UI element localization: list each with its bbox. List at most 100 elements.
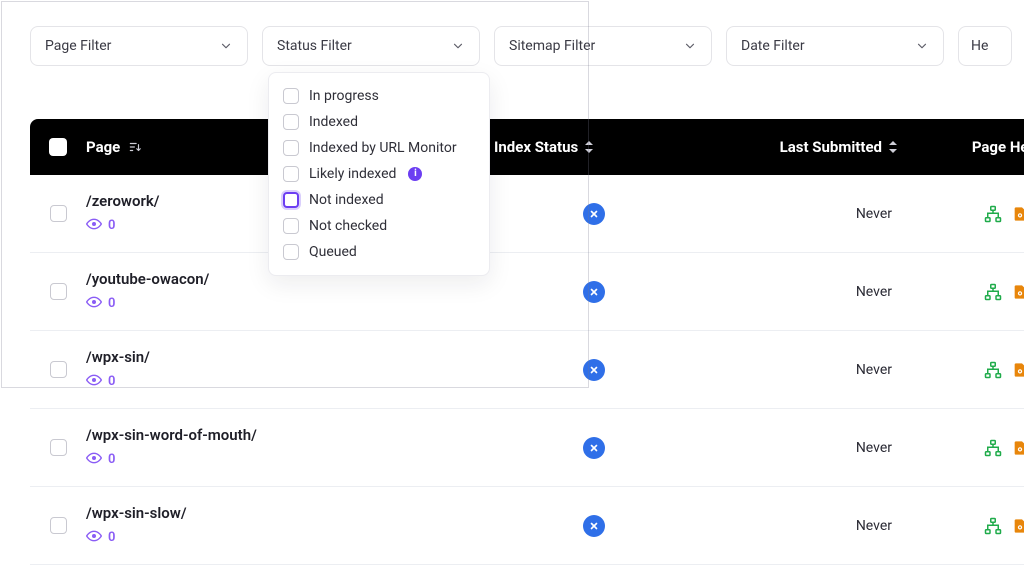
status-option-likely-indexed[interactable]: Likely indexed i xyxy=(279,161,479,187)
option-label: Queued xyxy=(309,244,357,260)
status-option-queued[interactable]: Queued xyxy=(279,239,479,265)
column-header-page-health: Page Health xyxy=(914,138,1024,156)
sitemap-filter-label: Sitemap Filter xyxy=(509,38,595,54)
status-option-indexed[interactable]: Indexed xyxy=(279,109,479,135)
pages-table: Page Index Status Last Submitted Page He… xyxy=(30,119,1024,565)
checkbox-icon xyxy=(50,439,67,456)
views-count: 0 xyxy=(108,452,115,467)
status-option-not-checked[interactable]: Not checked xyxy=(279,213,479,239)
sort-icon xyxy=(128,140,142,154)
checkbox-icon xyxy=(283,218,299,234)
column-label: Index Status xyxy=(494,138,578,156)
document-search-icon[interactable] xyxy=(1012,361,1024,379)
row-select[interactable] xyxy=(30,205,86,222)
cell-page: /youtube-owacon/ 0 xyxy=(86,270,494,314)
not-indexed-icon xyxy=(583,437,605,459)
status-option-in-progress[interactable]: In progress xyxy=(279,83,479,109)
checkbox-icon xyxy=(283,166,299,182)
views-count: 0 xyxy=(108,296,115,311)
cell-last-submitted: Never xyxy=(694,284,914,300)
row-select[interactable] xyxy=(30,517,86,534)
table-row[interactable]: /wpx-sin-slow/ 0 Never xyxy=(30,487,1024,565)
cell-page: /wpx-sin/ 0 xyxy=(86,348,494,392)
checkbox-icon xyxy=(50,283,67,300)
page-views: 0 xyxy=(86,294,494,314)
not-indexed-icon xyxy=(583,281,605,303)
page-filter-dropdown[interactable]: Page Filter xyxy=(30,26,248,66)
option-label: Likely indexed xyxy=(309,166,396,182)
column-label: Page Health xyxy=(972,138,1024,156)
cell-page-health xyxy=(914,205,1024,223)
table-row[interactable]: /wpx-sin-word-of-mouth/ 0 Never xyxy=(30,409,1024,487)
cell-page-health xyxy=(914,439,1024,457)
cell-page-health xyxy=(914,517,1024,535)
not-indexed-icon xyxy=(583,203,605,225)
column-header-last-submitted[interactable]: Last Submitted xyxy=(694,138,914,156)
sitemap-icon[interactable] xyxy=(984,205,1002,223)
status-option-not-indexed[interactable]: Not indexed xyxy=(279,187,479,213)
cell-page: /wpx-sin-slow/ 0 xyxy=(86,504,494,548)
checkbox-icon xyxy=(50,205,67,222)
cell-page: /wpx-sin-word-of-mouth/ 0 xyxy=(86,426,494,470)
cell-page-health xyxy=(914,283,1024,301)
eye-icon xyxy=(86,372,102,392)
chevron-down-icon xyxy=(915,39,929,53)
cell-index-status xyxy=(494,437,694,459)
page-views: 0 xyxy=(86,450,494,470)
sitemap-icon[interactable] xyxy=(984,439,1002,457)
views-count: 0 xyxy=(108,218,115,233)
checkbox-icon xyxy=(283,140,299,156)
chevron-down-icon xyxy=(451,39,465,53)
status-option-indexed-by-url-monitor[interactable]: Indexed by URL Monitor xyxy=(279,135,479,161)
status-filter-dropdown[interactable]: Status Filter xyxy=(262,26,480,66)
cell-index-status xyxy=(494,515,694,537)
sitemap-filter-dropdown[interactable]: Sitemap Filter xyxy=(494,26,712,66)
page-url[interactable]: /wpx-sin/ xyxy=(86,348,494,366)
table-row[interactable]: /zerowork/ 0 Never xyxy=(30,175,1024,253)
page-url[interactable]: /wpx-sin-word-of-mouth/ xyxy=(86,426,494,444)
not-indexed-icon xyxy=(583,515,605,537)
chevron-down-icon xyxy=(683,39,697,53)
page-url[interactable]: /wpx-sin-slow/ xyxy=(86,504,494,522)
checkbox-icon xyxy=(50,517,67,534)
document-search-icon[interactable] xyxy=(1012,517,1024,535)
option-label: Not checked xyxy=(309,218,387,234)
cell-last-submitted: Never xyxy=(694,518,914,534)
option-label: In progress xyxy=(309,88,379,104)
cell-index-status xyxy=(494,203,694,225)
eye-icon xyxy=(86,528,102,548)
document-search-icon[interactable] xyxy=(1012,283,1024,301)
eye-icon xyxy=(86,216,102,236)
checkbox-icon xyxy=(50,361,67,378)
sitemap-icon[interactable] xyxy=(984,361,1002,379)
checkbox-icon xyxy=(283,114,299,130)
date-filter-label: Date Filter xyxy=(741,38,805,54)
column-label: Last Submitted xyxy=(780,138,882,156)
cell-last-submitted: Never xyxy=(694,362,914,378)
row-select[interactable] xyxy=(30,439,86,456)
info-icon[interactable]: i xyxy=(408,167,422,181)
chevron-down-icon xyxy=(219,39,233,53)
table-row[interactable]: /wpx-sin/ 0 Never xyxy=(30,331,1024,409)
date-filter-dropdown[interactable]: Date Filter xyxy=(726,26,944,66)
row-select[interactable] xyxy=(30,283,86,300)
views-count: 0 xyxy=(108,530,115,545)
sitemap-icon[interactable] xyxy=(984,517,1002,535)
column-label: Page xyxy=(86,138,120,156)
eye-icon xyxy=(86,450,102,470)
sort-icon xyxy=(888,140,898,154)
document-search-icon[interactable] xyxy=(1012,205,1024,223)
checkbox-icon xyxy=(49,138,67,156)
select-all-cell[interactable] xyxy=(30,138,86,156)
health-filter-dropdown-truncated[interactable]: He xyxy=(958,26,1012,66)
page-views: 0 xyxy=(86,528,494,548)
column-header-index-status[interactable]: Index Status xyxy=(494,138,694,156)
row-select[interactable] xyxy=(30,361,86,378)
option-label: Not indexed xyxy=(309,192,384,208)
sitemap-icon[interactable] xyxy=(984,283,1002,301)
cell-last-submitted: Never xyxy=(694,440,914,456)
document-search-icon[interactable] xyxy=(1012,439,1024,457)
table-row[interactable]: /youtube-owacon/ 0 Never xyxy=(30,253,1024,331)
not-indexed-icon xyxy=(583,359,605,381)
filter-bar: Page Filter Status Filter Sitemap Filter… xyxy=(30,26,1012,66)
